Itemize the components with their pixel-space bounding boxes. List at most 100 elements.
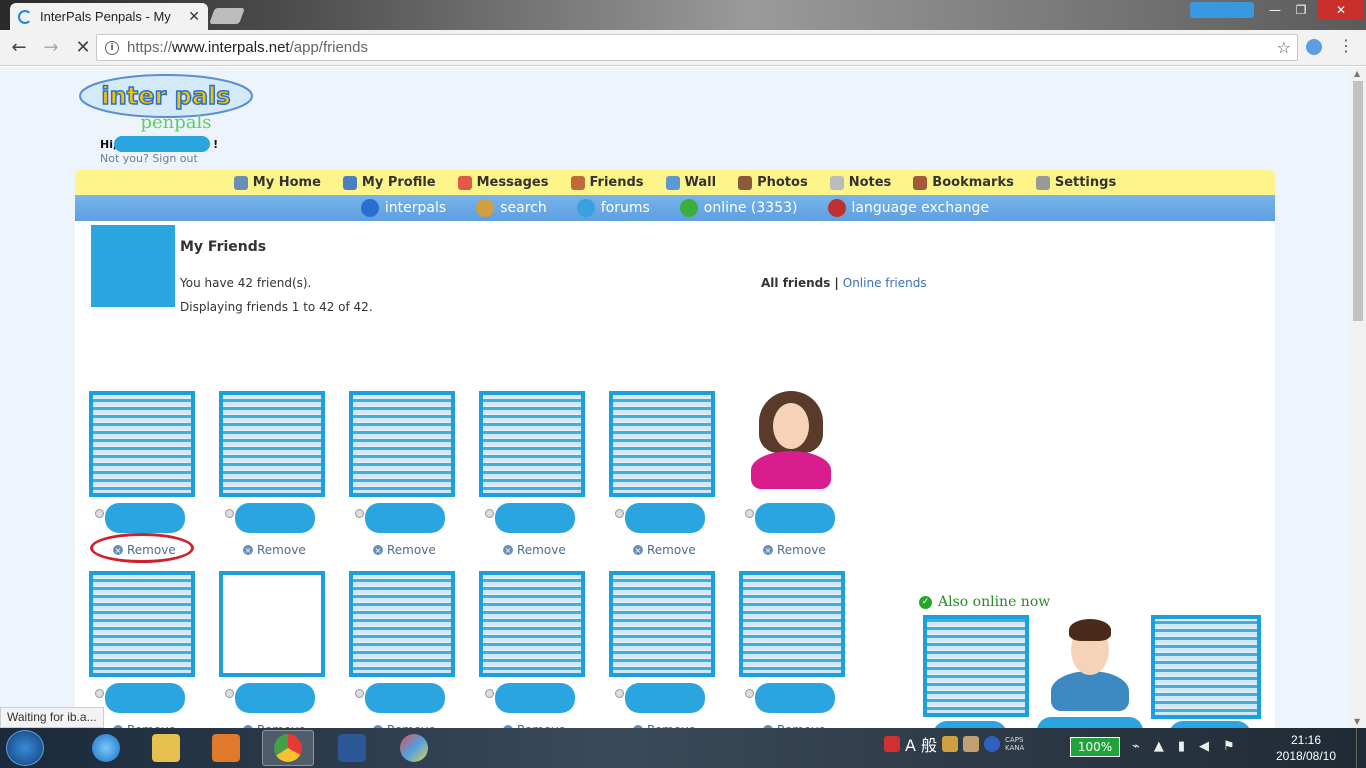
friend-photo[interactable] xyxy=(219,571,325,677)
my-avatar[interactable] xyxy=(91,225,175,307)
folder-icon xyxy=(152,734,180,762)
friend-name-redacted[interactable] xyxy=(625,503,705,533)
remove-friend-button[interactable]: × Remove xyxy=(373,543,436,557)
scroll-down-icon[interactable]: ▼ xyxy=(1354,717,1360,726)
online-user-photo[interactable] xyxy=(1151,615,1261,719)
tray-app-icon[interactable] xyxy=(963,736,980,752)
forward-button[interactable]: → xyxy=(38,35,64,61)
scroll-thumb[interactable] xyxy=(1353,81,1363,321)
sign-out-link[interactable]: Not you? Sign out xyxy=(100,152,198,165)
system-tray: A 般 CAPS KANA xyxy=(884,732,1024,756)
friend-name-redacted[interactable] xyxy=(105,503,185,533)
default-female-avatar[interactable] xyxy=(739,391,845,497)
taskbar-explorer[interactable] xyxy=(140,730,192,766)
interpals-logo[interactable]: inter pals penpals xyxy=(78,74,254,132)
friend-name-redacted[interactable] xyxy=(625,683,705,713)
friend-name-redacted[interactable] xyxy=(235,503,315,533)
remove-icon: × xyxy=(633,545,643,555)
logo-text-top: inter pals xyxy=(101,82,230,110)
flag-icon xyxy=(827,199,846,217)
extension-icon[interactable] xyxy=(1306,39,1322,55)
address-bar[interactable]: i https://www.interpals.net/app/friends … xyxy=(96,34,1298,61)
subnav-item-online[interactable]: online (3353) xyxy=(679,199,798,217)
close-window-button[interactable]: ✕ xyxy=(1318,0,1364,19)
nav-item-wall[interactable]: Wall xyxy=(665,175,716,190)
friend-name-redacted[interactable] xyxy=(105,683,185,713)
page-scrollbar[interactable]: ▲ ▼ xyxy=(1350,67,1366,728)
stop-button[interactable]: ✕ xyxy=(70,35,96,61)
friend-card: ×Remove xyxy=(219,571,329,728)
online-friends-link[interactable]: Online friends xyxy=(843,276,927,290)
browser-menu-icon[interactable]: ⋮ xyxy=(1338,36,1354,55)
back-button[interactable]: ← xyxy=(6,35,32,61)
friend-name-redacted[interactable] xyxy=(495,683,575,713)
nav-item-my-profile[interactable]: My Profile xyxy=(342,175,436,190)
friend-photo[interactable] xyxy=(219,391,325,497)
friend-name-redacted[interactable] xyxy=(365,503,445,533)
online-user-photo[interactable] xyxy=(923,615,1029,717)
friend-photo[interactable] xyxy=(89,391,195,497)
nav-item-notes[interactable]: Notes xyxy=(829,175,891,190)
taskbar-paint[interactable] xyxy=(388,730,440,766)
tab-close-icon[interactable]: ✕ xyxy=(188,9,200,25)
tray-app-icon[interactable] xyxy=(942,736,959,752)
default-male-avatar[interactable] xyxy=(1047,617,1133,713)
friend-name-redacted[interactable] xyxy=(365,683,445,713)
friend-name-redacted[interactable] xyxy=(755,683,835,713)
nav-item-settings[interactable]: Settings xyxy=(1035,175,1116,190)
start-button[interactable] xyxy=(6,730,44,766)
action-center-icon[interactable]: ⚑ xyxy=(1223,739,1235,754)
taskbar-ie[interactable] xyxy=(80,730,132,766)
friend-name-redacted[interactable] xyxy=(755,503,835,533)
all-friends-link[interactable]: All friends xyxy=(761,276,830,290)
battery-indicator[interactable]: 100% xyxy=(1070,737,1120,757)
remove-friend-button[interactable]: × Remove xyxy=(633,543,696,557)
show-hidden-icons[interactable]: ▲ xyxy=(1154,739,1164,754)
paint-icon xyxy=(400,734,428,762)
taskbar-media[interactable] xyxy=(200,730,252,766)
friend-photo[interactable] xyxy=(89,571,195,677)
maximize-button[interactable]: ❐ xyxy=(1288,0,1314,19)
site-info-icon[interactable]: i xyxy=(105,40,119,55)
remove-friend-button[interactable]: × Remove xyxy=(503,543,566,557)
filter-separator: | xyxy=(834,276,839,290)
subnav-item-search[interactable]: search xyxy=(476,199,547,217)
profile-button[interactable] xyxy=(1190,2,1254,18)
help-icon[interactable] xyxy=(984,736,1001,752)
nav-item-friends[interactable]: Friends xyxy=(570,175,644,190)
subnav-item-forums[interactable]: forums xyxy=(576,199,650,217)
taskbar-chrome[interactable] xyxy=(262,730,314,766)
show-desktop-button[interactable] xyxy=(1356,728,1366,768)
browser-tab[interactable]: InterPals Penpals - My ✕ xyxy=(10,3,208,30)
friend-name-redacted[interactable] xyxy=(495,503,575,533)
ime-indicator[interactable]: A 般 xyxy=(905,732,937,756)
friend-photo[interactable] xyxy=(479,571,585,677)
friend-photo[interactable] xyxy=(609,571,715,677)
new-tab-button[interactable] xyxy=(209,8,245,24)
friend-photo[interactable] xyxy=(349,391,455,497)
bookmark-star-icon[interactable]: ☆ xyxy=(1277,38,1291,57)
taskbar-word[interactable] xyxy=(326,730,378,766)
minimize-button[interactable]: — xyxy=(1262,0,1288,19)
nav-item-label: Bookmarks xyxy=(932,175,1014,190)
network-icon[interactable]: ▮ xyxy=(1178,739,1185,754)
nav-item-my-home[interactable]: My Home xyxy=(233,175,321,190)
volume-icon[interactable]: ◀ xyxy=(1199,739,1209,754)
nav-item-bookmarks[interactable]: Bookmarks xyxy=(913,175,1014,190)
scroll-up-icon[interactable]: ▲ xyxy=(1354,69,1360,78)
power-icon[interactable]: ⌁ xyxy=(1132,739,1140,754)
tray-app-icon[interactable] xyxy=(884,736,900,752)
remove-friend-button[interactable]: × Remove xyxy=(243,543,306,557)
subnav-item-language[interactable]: language exchange xyxy=(827,199,989,217)
friend-name-redacted[interactable] xyxy=(235,683,315,713)
nav-item-messages[interactable]: Messages xyxy=(457,175,549,190)
nav-item-photos[interactable]: Photos xyxy=(738,175,808,190)
remove-friend-button[interactable]: × Remove xyxy=(763,543,826,557)
friend-photo[interactable] xyxy=(349,571,455,677)
subnav-item-interpals[interactable]: interpals xyxy=(360,199,446,217)
friend-photo[interactable] xyxy=(739,571,845,677)
friend-photo[interactable] xyxy=(479,391,585,497)
friend-photo[interactable] xyxy=(609,391,715,497)
logo-text-bottom: penpals xyxy=(140,112,211,132)
clock[interactable]: 21:16 2018/08/10 xyxy=(1270,732,1342,764)
